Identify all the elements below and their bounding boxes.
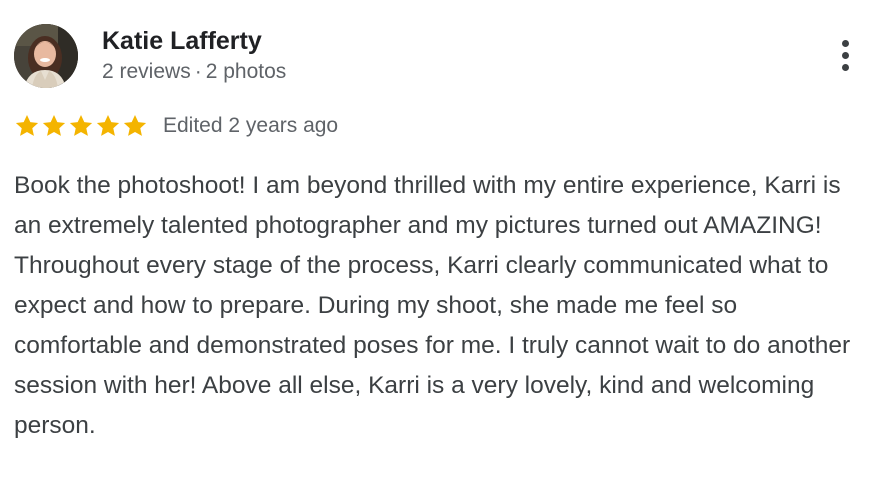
reviews-count: 2 reviews <box>102 60 191 83</box>
more-options-button[interactable] <box>828 36 862 76</box>
menu-dot <box>842 64 849 71</box>
meta-separator: · <box>194 60 202 83</box>
menu-dot <box>842 40 849 47</box>
author-avatar[interactable] <box>14 24 78 88</box>
author-name[interactable]: Katie Lafferty <box>102 25 262 57</box>
star-icon <box>123 114 147 136</box>
star-icon <box>96 114 120 136</box>
star-icon <box>15 114 39 136</box>
menu-dot <box>842 52 849 59</box>
review-text: Book the photoshoot! I am beyond thrille… <box>14 172 851 439</box>
edited-timestamp: Edited 2 years ago <box>163 114 339 137</box>
review-card: Katie Lafferty 2 reviews · 2 photos Edited… <box>0 0 870 496</box>
star-icon <box>69 114 93 136</box>
star-rating <box>14 113 149 139</box>
rating-row: Edited 2 years ago <box>14 112 338 140</box>
avatar-photo-icon <box>14 24 78 88</box>
author-meta: 2 reviews · 2 photos <box>102 58 286 86</box>
star-icon <box>42 114 66 136</box>
photos-count: 2 photos <box>205 60 287 83</box>
